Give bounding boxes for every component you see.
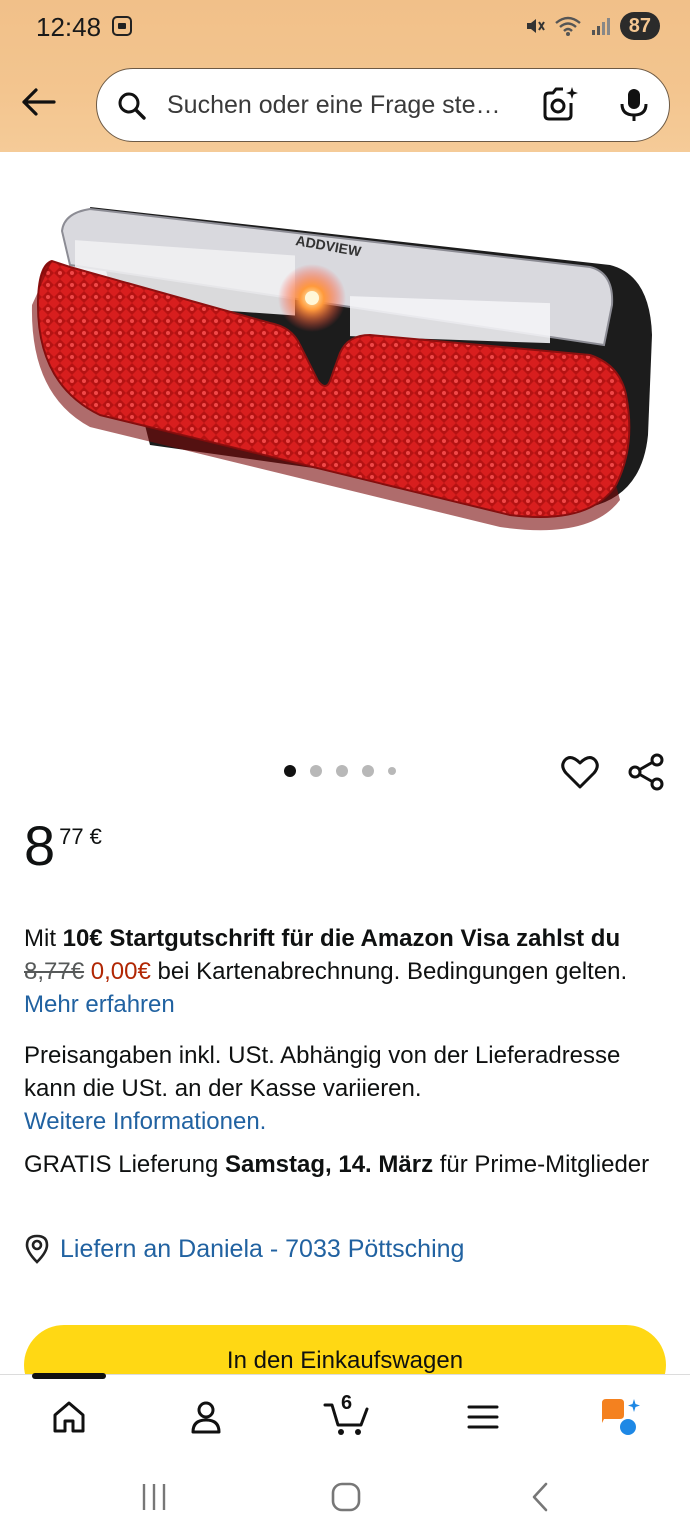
carousel-dot-1[interactable] [284,765,296,777]
screenshot-icon [112,16,132,36]
deliver-to-link[interactable]: Liefern an Daniela - 7033 Pöttsching [24,1234,464,1264]
search-icon [118,92,146,120]
mute-icon [526,19,545,33]
share-icon [628,753,664,791]
visa-promo-text: Mit 10€ Startgutschrift für die Amazon V… [24,922,670,1021]
product-price: 8 77 € [24,812,102,880]
delivery-date: Samstag, 14. März [224,1151,434,1178]
system-navigation-bar [0,1456,690,1536]
promo-more-link[interactable]: Mehr erfahren [24,991,175,1018]
menu-icon [467,1405,499,1429]
status-time: 12:48 [36,12,102,42]
search-input[interactable]: Suchen oder eine Frage ste… [167,91,501,120]
carousel-dot-2[interactable] [310,765,322,777]
status-icons: 87 [524,12,660,40]
deliver-to-label[interactable]: Liefern an Daniela - 7033 Pöttsching [60,1235,464,1264]
person-icon [191,1401,221,1434]
wishlist-button[interactable] [560,752,600,792]
promo-prefix: Mit [24,925,63,952]
carousel-dot-3[interactable] [336,765,348,777]
location-pin-icon [25,1234,49,1264]
promo-bold: 10€ Startgutschrift für die Amazon Visa … [62,925,621,952]
nav-home[interactable] [47,1395,91,1439]
home-icon [53,1401,85,1433]
cart-count-badge: 6 [341,1392,353,1414]
nav-menu[interactable] [461,1395,505,1439]
back-button[interactable] [18,82,58,122]
carousel-dot-4[interactable] [362,765,374,777]
signal-icon [591,18,610,35]
recent-apps-icon[interactable] [134,1480,174,1514]
price-whole: 8 [24,814,56,877]
promo-new-price: 0,00€ [90,958,151,985]
carousel-dot-5[interactable] [388,767,396,775]
share-button[interactable] [626,752,666,792]
rufus-assistant-icon [602,1399,640,1435]
app-header: 12:48 87 Suchen oder eine Frage ste… [0,0,690,152]
delivery-prefix: GRATIS Lieferung [24,1151,225,1178]
system-back-icon[interactable] [520,1480,560,1514]
wifi-icon [554,16,581,36]
nav-cart[interactable]: 6 [322,1392,372,1439]
image-carousel-indicator[interactable] [284,765,396,777]
promo-old-price: 8,77€ [24,958,85,985]
bottom-navigation: 6 [0,1373,690,1456]
promo-suffix: bei Kartenabrechnung. Bedingungen gelten… [150,958,628,985]
product-image[interactable]: ADDVIEW [30,195,660,535]
search-bar[interactable]: Suchen oder eine Frage ste… [96,68,670,142]
price-fraction: 77 [59,824,84,849]
battery-indicator: 87 [619,12,660,40]
tax-more-link[interactable]: Weitere Informationen. [24,1108,266,1135]
camera-lens-icon[interactable] [541,85,579,123]
nav-assistant[interactable] [598,1395,642,1439]
delivery-suffix: für Prime-Mitglieder [433,1151,650,1178]
price-currency: € [89,824,102,849]
arrow-left-icon [22,88,56,116]
home-circle-icon[interactable] [326,1480,366,1514]
heart-icon [561,756,599,789]
nav-account[interactable] [184,1395,228,1439]
microphone-icon[interactable] [617,87,651,123]
status-bar: 12:48 87 [0,0,690,52]
delivery-info: GRATIS Lieferung Samstag, 14. März für P… [24,1148,670,1181]
tax-text: Preisangaben inkl. USt. Abhängig von der… [24,1042,621,1102]
active-tab-indicator [32,1373,106,1379]
tax-info: Preisangaben inkl. USt. Abhängig von der… [24,1039,670,1138]
